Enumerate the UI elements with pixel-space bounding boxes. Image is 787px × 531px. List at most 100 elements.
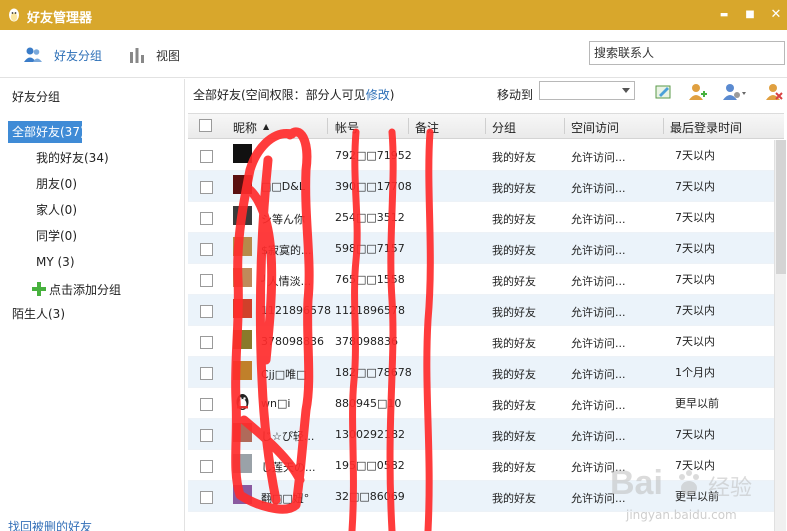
row-last-login: 7天以内: [675, 335, 715, 348]
row-space-access: 允许访问...: [571, 182, 626, 195]
remove-friend-icon[interactable]: [764, 82, 784, 102]
window-title: 好友管理器: [27, 11, 93, 26]
table-row[interactable]: し莲天の... 195□□0582 我的好友 允许访问... 7天以内: [188, 450, 784, 481]
avatar: [233, 175, 252, 194]
row-nickname: 翻□□妞°: [261, 492, 310, 505]
row-checkbox[interactable]: [200, 460, 213, 473]
table-row[interactable]: 1121896578 1121896578 我的好友 允许访问... 7天以内: [188, 295, 784, 326]
avatar: [233, 237, 252, 256]
row-last-login: 7天以内: [675, 273, 715, 286]
maximize-button[interactable]: ■: [740, 6, 760, 24]
row-group: 我的好友: [492, 461, 536, 474]
move-to-label: 移动到: [497, 88, 534, 102]
row-nickname: シ等ん你: [261, 213, 305, 226]
sidebar-item-all-friends[interactable]: 全部好友(37): [8, 121, 85, 143]
row-space-access: 允许访问...: [571, 275, 626, 288]
row-checkbox[interactable]: [200, 274, 213, 287]
vertical-scrollbar[interactable]: [774, 140, 786, 531]
table-row[interactable]: じ☆ぴ轻... 1300292182 我的好友 允许访问... 7天以内: [188, 419, 784, 450]
row-group: 我的好友: [492, 430, 536, 443]
row-checkbox[interactable]: [200, 212, 213, 225]
friend-table-body: 792□□71952 我的好友 允许访问... 7天以内 □□D&L 390□□…: [188, 140, 784, 512]
search-contacts-input[interactable]: [589, 41, 785, 65]
tab-view[interactable]: 视图: [128, 44, 180, 66]
group-sidebar: 好友分组 全部好友(37) 我的好友(34) 朋友(0) 家人(0) 同学(0)…: [0, 79, 185, 531]
table-row[interactable]: □□D&L 390□□17708 我的好友 允许访问... 7天以内: [188, 171, 784, 202]
row-account: 390□□17708: [335, 180, 412, 193]
row-account: 195□□0582: [335, 459, 405, 472]
row-checkbox[interactable]: [200, 150, 213, 163]
close-button[interactable]: ✕: [766, 6, 786, 24]
avatar: [233, 454, 252, 473]
row-account: 378098836: [335, 335, 398, 348]
row-last-login: 7天以内: [675, 428, 715, 441]
user-options-icon[interactable]: [722, 82, 750, 102]
table-row[interactable]: シ等ん你 254□□3512 我的好友 允许访问... 7天以内: [188, 202, 784, 233]
avatar: [233, 144, 252, 163]
add-group-button[interactable]: 点击添加分组: [32, 280, 121, 298]
bar-chart-icon: [130, 48, 144, 63]
column-header-remark[interactable]: 备注: [415, 119, 439, 136]
table-row[interactable]: Cjj□唯□ 182□□78678 我的好友 允许访问... 1个月内: [188, 357, 784, 388]
friend-list-panel: 全部好友(空间权限：部分人可见修改) 移动到 昵称 ▲ 帐号 备注 分组 空间访…: [186, 79, 787, 531]
sidebar-item-classmates[interactable]: 同学(0): [36, 225, 77, 247]
qq-avatar-icon: [236, 394, 249, 410]
edit-note-icon[interactable]: [654, 82, 674, 102]
sidebar-item-friends[interactable]: 朋友(0): [36, 173, 77, 195]
sidebar-item-my-friends[interactable]: 我的好友(34): [36, 147, 109, 169]
column-separator: [485, 118, 486, 134]
sidebar-item-my[interactable]: MY (3): [36, 251, 75, 273]
table-row[interactable]: $寂寞的... 598□□7157 我的好友 允许访问... 7天以内: [188, 233, 784, 264]
recover-deleted-friends-link[interactable]: 找回被删的好友: [8, 518, 92, 531]
row-group: 我的好友: [492, 368, 536, 381]
select-all-checkbox[interactable]: [199, 119, 212, 132]
edit-permission-link[interactable]: 修改: [366, 88, 390, 102]
table-row[interactable]: 792□□71952 我的好友 允许访问... 7天以内: [188, 140, 784, 171]
table-row[interactable]: wn□i 880945□10 我的好友 允许访问... 更早以前: [188, 388, 784, 419]
row-last-login: 7天以内: [675, 459, 715, 472]
row-nickname: 378098836: [261, 335, 324, 348]
sidebar-item-strangers[interactable]: 陌生人(3): [12, 303, 65, 325]
row-checkbox[interactable]: [200, 181, 213, 194]
table-row[interactable]: ╯人情淡... 765□□1558 我的好友 允许访问... 7天以内: [188, 264, 784, 295]
column-separator: [663, 118, 664, 134]
row-checkbox[interactable]: [200, 398, 213, 411]
avatar: [233, 485, 252, 504]
column-header-group[interactable]: 分组: [492, 119, 516, 136]
row-group: 我的好友: [492, 399, 536, 412]
row-checkbox[interactable]: [200, 305, 213, 318]
row-account: 880945□10: [335, 397, 402, 410]
row-checkbox[interactable]: [200, 336, 213, 349]
row-space-access: 允许访问...: [571, 306, 626, 319]
add-friend-icon[interactable]: [688, 82, 708, 102]
row-group: 我的好友: [492, 151, 536, 164]
add-group-label: 点击添加分组: [49, 282, 122, 297]
column-header-nickname[interactable]: 昵称: [233, 119, 257, 136]
row-account: 598□□7157: [335, 242, 405, 255]
avatar: [233, 330, 252, 349]
dropdown-arrow-icon: [622, 88, 630, 93]
minimize-button[interactable]: ▬: [714, 6, 734, 24]
sidebar-item-family[interactable]: 家人(0): [36, 199, 77, 221]
table-row[interactable]: 378098836 378098836 我的好友 允许访问... 7天以内: [188, 326, 784, 357]
row-space-access: 允许访问...: [571, 368, 626, 381]
row-checkbox[interactable]: [200, 243, 213, 256]
column-header-account[interactable]: 帐号: [335, 119, 359, 136]
title-bar: 好友管理器 ▬ ■ ✕: [0, 0, 787, 30]
row-space-access: 允许访问...: [571, 213, 626, 226]
tab-friend-groups[interactable]: 好友分组: [22, 44, 102, 66]
row-account: 1121896578: [335, 304, 405, 317]
table-row[interactable]: 翻□□妞° 32□□86069 我的好友 允许访问... 更早以前: [188, 481, 784, 512]
row-group: 我的好友: [492, 306, 536, 319]
row-checkbox[interactable]: [200, 367, 213, 380]
row-space-access: 允许访问...: [571, 337, 626, 350]
scrollbar-thumb[interactable]: [776, 140, 786, 274]
column-header-last-login[interactable]: 最后登录时间: [670, 119, 742, 136]
row-nickname: じ☆ぴ轻...: [261, 430, 315, 443]
row-checkbox[interactable]: [200, 429, 213, 442]
column-separator: [408, 118, 409, 134]
move-to-select[interactable]: [539, 81, 635, 100]
row-last-login: 1个月内: [675, 366, 715, 379]
column-header-space-access[interactable]: 空间访问: [571, 119, 619, 136]
row-checkbox[interactable]: [200, 491, 213, 504]
